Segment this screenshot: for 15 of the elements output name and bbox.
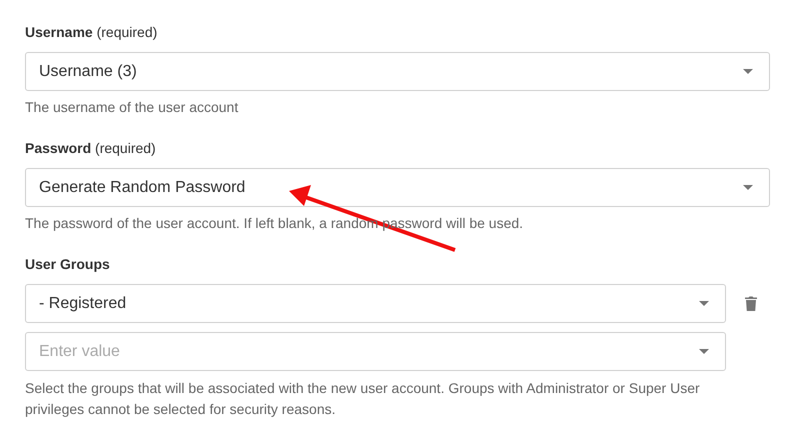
caret-icon bbox=[743, 185, 753, 190]
caret-icon bbox=[743, 69, 753, 74]
field-label: Username (required) bbox=[25, 23, 158, 42]
field-label: Password (required) bbox=[25, 139, 156, 158]
trash-icon bbox=[745, 296, 757, 311]
help-text: The username of the user account bbox=[25, 98, 238, 117]
field-label: User Groups bbox=[25, 255, 110, 274]
caret-icon bbox=[699, 349, 709, 354]
caret-icon bbox=[699, 301, 709, 306]
help-text: Select the groups that will be associated with the new user account. Groups with Administrator or Super User privileges cannot be selected for security reasons. bbox=[25, 379, 701, 419]
help-text: The password of the user account. If left blank, a random password will be used. bbox=[25, 214, 524, 233]
select-field[interactable]: - Registered bbox=[25, 284, 726, 323]
delete-button[interactable] bbox=[745, 296, 757, 311]
select-field[interactable]: Generate Random Password bbox=[25, 168, 770, 207]
select-field[interactable]: Username (3) bbox=[25, 52, 770, 91]
